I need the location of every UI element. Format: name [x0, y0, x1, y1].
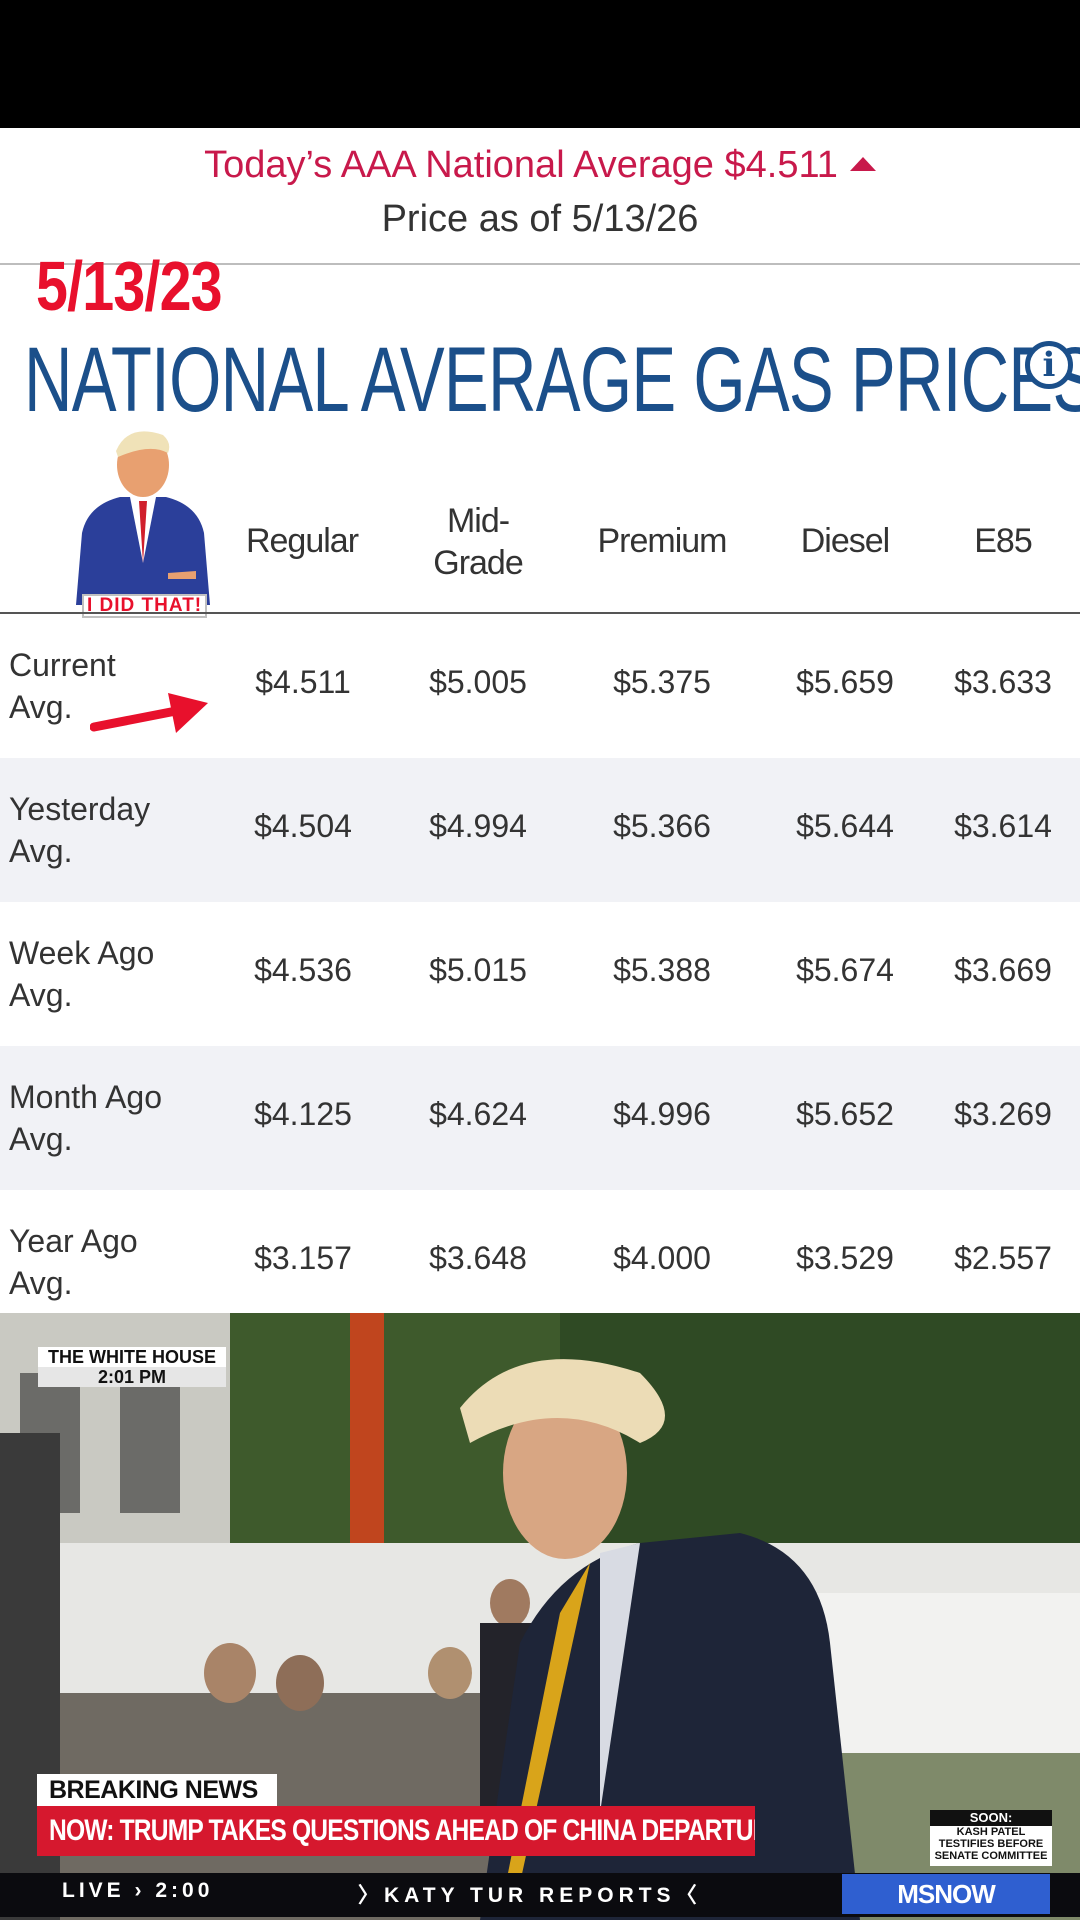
live-indicator: LIVE › 2:00 — [62, 1879, 214, 1902]
price-cell: $5.005 — [429, 664, 527, 700]
show-title: 〉KATY TUR REPORTS〈 — [358, 1884, 702, 1907]
price-cell: $5.366 — [613, 808, 711, 844]
price-cell: $5.388 — [613, 952, 711, 988]
price-cell: $5.015 — [429, 952, 527, 988]
column-header-regular[interactable]: Regular — [232, 522, 372, 561]
row-label: Yesterday Avg. — [9, 791, 151, 869]
up-triangle-icon — [849, 157, 876, 171]
row-label: Month Ago Avg. — [9, 1079, 162, 1157]
national-average-text: Today’s AAA National Average $4.511 — [204, 144, 838, 186]
price-cell: $3.648 — [429, 1240, 527, 1276]
breaking-news-headline: NOW: TRUMP TAKES QUESTIONS AHEAD OF CHIN… — [37, 1806, 755, 1856]
location-tag: THE WHITE HOUSE 2:01 PM — [38, 1347, 226, 1387]
column-header-mid-line2: Grade — [433, 544, 524, 582]
table-row: Year Ago Avg. $3.157 $3.648 $4.000 $3.529… — [0, 1190, 1080, 1313]
breaking-news-label: BREAKING NEWS — [37, 1774, 277, 1806]
red-arrow-icon — [90, 693, 208, 733]
date-stamp-overlay: 5/13/23 — [36, 247, 223, 325]
price-cell: $5.652 — [796, 1096, 894, 1132]
price-cell: $3.614 — [954, 808, 1052, 844]
price-cell: $4.125 — [254, 1096, 352, 1132]
price-cell: $3.669 — [954, 952, 1052, 988]
table-row: Yesterday Avg. $4.504 $4.994 $5.366 $5.64… — [0, 758, 1080, 902]
column-header-mid-grade[interactable]: Mid- Grade — [408, 500, 548, 584]
table-row: Week Ago Avg. $4.536 $5.015 $5.388 $5.674… — [0, 902, 1080, 1046]
row-label: Year Ago Avg. — [9, 1223, 138, 1301]
column-header-mid-line1: Mid- — [446, 502, 510, 540]
network-logo: MSNOW — [842, 1874, 1050, 1914]
price-cell: $4.000 — [613, 1240, 711, 1276]
column-header-premium[interactable]: Premium — [582, 522, 742, 561]
price-cell: $3.157 — [254, 1240, 352, 1276]
price-cell: $2.557 — [954, 1240, 1052, 1276]
price-cell: $4.994 — [429, 808, 527, 844]
price-cell: $5.659 — [796, 664, 894, 700]
price-cell: $4.536 — [254, 952, 352, 988]
top-black-bar — [0, 0, 1080, 128]
price-date: Price as of 5/13/26 — [381, 198, 699, 240]
price-cell: $5.644 — [796, 808, 894, 844]
table-row: Month Ago Avg. $4.125 $4.624 $4.996 $5.65… — [0, 1046, 1080, 1190]
sticker-figure — [76, 431, 210, 605]
column-header-e85[interactable]: E85 — [933, 522, 1073, 561]
info-icon[interactable]: i — [1025, 341, 1073, 389]
national-average-headline[interactable]: Today’s AAA National Average $4.511 — [0, 144, 1080, 187]
price-cell: $3.529 — [796, 1240, 894, 1276]
price-cell: $5.674 — [796, 952, 894, 988]
coming-up-box: SOON: KASH PATEL TESTIFIES BEFORE SENATE… — [930, 1810, 1052, 1866]
price-cell: $4.624 — [429, 1096, 527, 1132]
row-label: Week Ago Avg. — [9, 935, 155, 1013]
gas-prices-page: Today’s AAA National Average $4.511 Pric… — [0, 128, 1080, 1313]
price-cell: $4.504 — [254, 808, 352, 844]
price-cell: $5.375 — [613, 664, 711, 700]
price-cell: $4.996 — [613, 1096, 711, 1132]
price-cell: $3.269 — [954, 1096, 1052, 1132]
price-cell: $3.633 — [954, 664, 1052, 700]
price-cell: $4.511 — [255, 664, 351, 700]
column-header-diesel[interactable]: Diesel — [775, 522, 915, 561]
